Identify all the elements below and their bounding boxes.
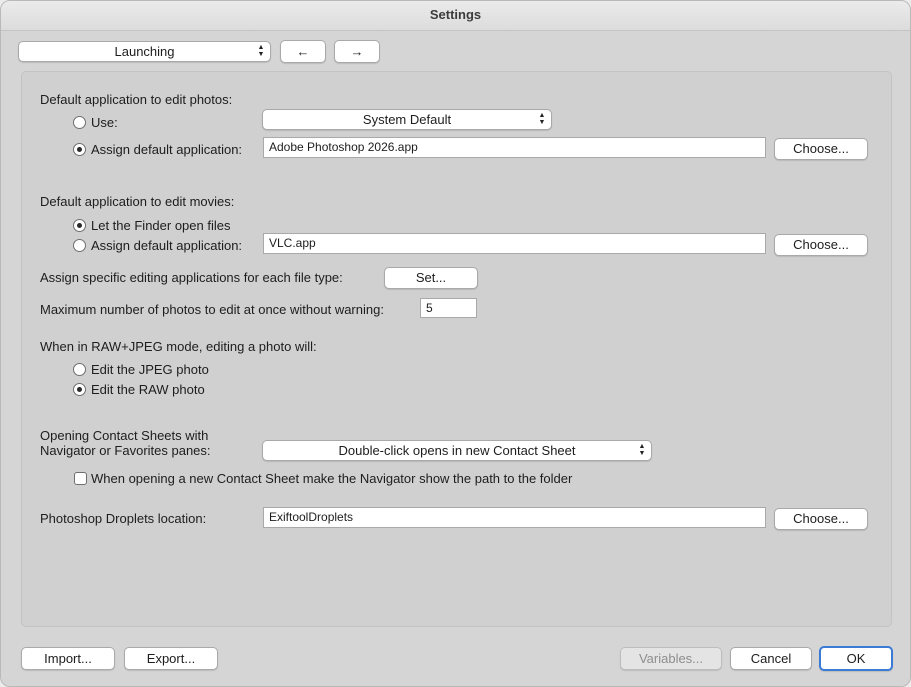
movies-heading: Default application to edit movies: <box>40 194 235 209</box>
photos-app-field[interactable]: Adobe Photoshop 2026.app <box>263 137 766 158</box>
filetype-set-button[interactable]: Set... <box>384 267 478 289</box>
photos-use-radio[interactable] <box>73 116 86 129</box>
photos-heading: Default application to edit photos: <box>40 92 233 107</box>
contact-heading-line1: Opening Contact Sheets with <box>40 428 209 443</box>
section-popup[interactable]: Launching ▲ ▼ <box>18 41 271 62</box>
movies-choose-label: Choose... <box>793 237 849 252</box>
movies-choose-button[interactable]: Choose... <box>774 234 868 256</box>
import-label: Import... <box>44 651 92 666</box>
contact-popup-label: Double-click opens in new Contact Sheet <box>338 443 576 458</box>
rawjpeg-jpeg-label: Edit the JPEG photo <box>91 362 209 377</box>
variables-label: Variables... <box>638 651 704 666</box>
variables-button[interactable]: Variables... <box>620 647 722 670</box>
droplets-label: Photoshop Droplets location: <box>40 511 207 526</box>
rawjpeg-raw-radio[interactable] <box>73 383 86 396</box>
photos-choose-label: Choose... <box>793 141 849 156</box>
updown-chevron-icon: ▲ ▼ <box>638 443 646 457</box>
rawjpeg-jpeg-radio[interactable] <box>73 363 86 376</box>
contact-popup[interactable]: Double-click opens in new Contact Sheet … <box>262 440 652 461</box>
droplets-choose-label: Choose... <box>793 511 849 526</box>
rawjpeg-raw-label: Edit the RAW photo <box>91 382 205 397</box>
forward-arrow-icon: → <box>350 44 364 59</box>
section-popup-label: Launching <box>114 44 175 59</box>
updown-chevron-icon: ▲ ▼ <box>538 112 546 126</box>
movies-finder-label: Let the Finder open files <box>91 218 231 233</box>
cancel-label: Cancel <box>750 651 792 666</box>
import-button[interactable]: Import... <box>21 647 115 670</box>
back-arrow-icon: ← <box>296 44 310 59</box>
ok-button[interactable]: OK <box>819 646 893 671</box>
max-photos-label: Maximum number of photos to edit at once… <box>40 302 384 317</box>
movies-assign-radio[interactable] <box>73 239 86 252</box>
movies-assign-label: Assign default application: <box>91 238 243 253</box>
photos-use-label: Use: <box>91 115 118 130</box>
cancel-button[interactable]: Cancel <box>730 647 812 670</box>
rawjpeg-heading: When in RAW+JPEG mode, editing a photo w… <box>40 339 317 354</box>
ok-label: OK <box>846 651 866 666</box>
contact-navigator-label: When opening a new Contact Sheet make th… <box>91 471 573 486</box>
updown-chevron-icon: ▲ ▼ <box>257 44 265 58</box>
droplets-field[interactable]: ExiftoolDroplets <box>263 507 766 528</box>
back-button[interactable]: ← <box>280 40 326 63</box>
settings-window: Settings Launching ▲ ▼ ← → Default applic… <box>0 0 911 687</box>
movies-finder-radio[interactable] <box>73 219 86 232</box>
window-title: Settings <box>1 1 910 31</box>
photos-use-popup[interactable]: System Default ▲ ▼ <box>262 109 552 130</box>
filetype-label: Assign specific editing applications for… <box>40 270 343 285</box>
export-label: Export... <box>146 651 196 666</box>
photos-assign-label: Assign default application: <box>91 142 243 157</box>
contact-navigator-checkbox[interactable] <box>74 472 87 485</box>
movies-app-field[interactable]: VLC.app <box>263 233 766 254</box>
droplets-choose-button[interactable]: Choose... <box>774 508 868 530</box>
photos-assign-radio[interactable] <box>73 143 86 156</box>
contact-heading-line2: Navigator or Favorites panes: <box>40 443 211 458</box>
photos-choose-button[interactable]: Choose... <box>774 138 868 160</box>
filetype-set-label: Set... <box>415 270 447 285</box>
forward-button[interactable]: → <box>334 40 380 63</box>
export-button[interactable]: Export... <box>124 647 218 670</box>
photos-use-popup-label: System Default <box>362 112 452 127</box>
max-photos-field[interactable]: 5 <box>420 298 477 318</box>
